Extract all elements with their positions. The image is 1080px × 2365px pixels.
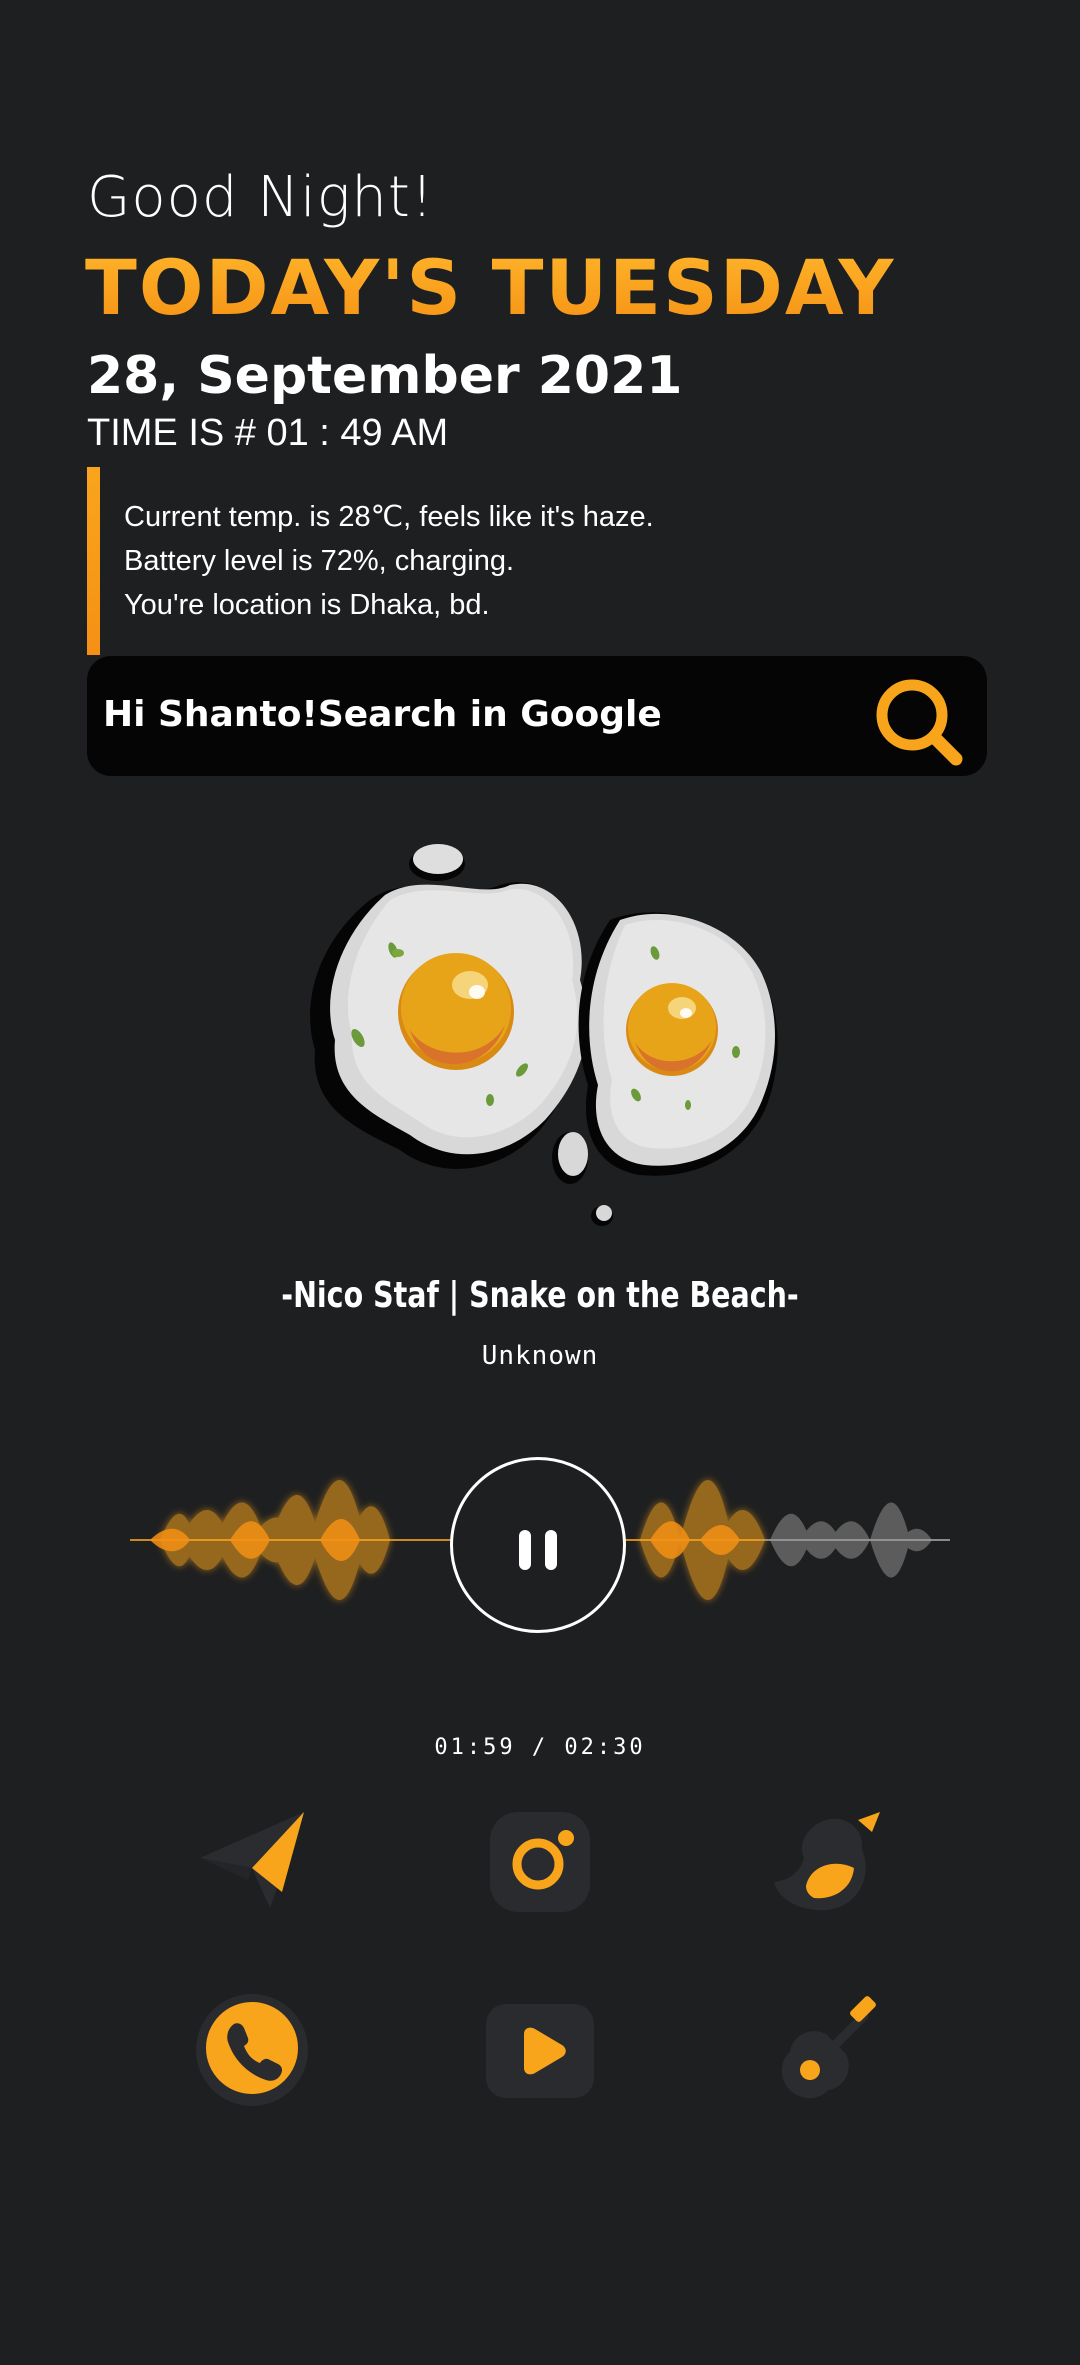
search-icon[interactable] (870, 673, 970, 773)
bird-icon[interactable] (770, 1800, 890, 1920)
artist-name: Unknown (481, 1341, 599, 1371)
playback-time: 01:59 / 02:30 (434, 1735, 646, 1760)
time-text: TIME IS # 01 : 49 AM (87, 412, 449, 454)
album-art-fried-eggs-illustration (310, 844, 778, 1226)
pause-button[interactable] (450, 1457, 626, 1633)
paper-plane-icon[interactable] (192, 1800, 312, 1920)
pause-icon-bar-left (519, 1530, 531, 1570)
pause-icon-bar-right (545, 1530, 557, 1570)
temperature-info: Current temp. is 28℃, feels like it's ha… (124, 501, 654, 533)
day-heading: TODAY'S TUESDAY (85, 243, 896, 332)
greeting-text: Good Night! (87, 165, 435, 230)
info-accent-bar (87, 467, 100, 655)
date-text: 28, September 2021 (87, 346, 683, 406)
phone-icon[interactable] (192, 1990, 312, 2110)
camera-icon[interactable] (480, 1800, 600, 1920)
guitar-icon[interactable] (770, 1990, 890, 2110)
google-search-bar[interactable]: Hi Shanto!Search in Google (87, 656, 987, 776)
play-icon[interactable] (480, 1990, 600, 2110)
song-title: -Nico Staf | Snake on the Beach- (281, 1275, 799, 1316)
search-label: Hi Shanto!Search in Google (103, 694, 662, 735)
info-panel: Current temp. is 28℃, feels like it's ha… (87, 467, 987, 655)
location-info: You're location is Dhaka, bd. (124, 589, 490, 621)
battery-info: Battery level is 72%, charging. (124, 545, 515, 577)
